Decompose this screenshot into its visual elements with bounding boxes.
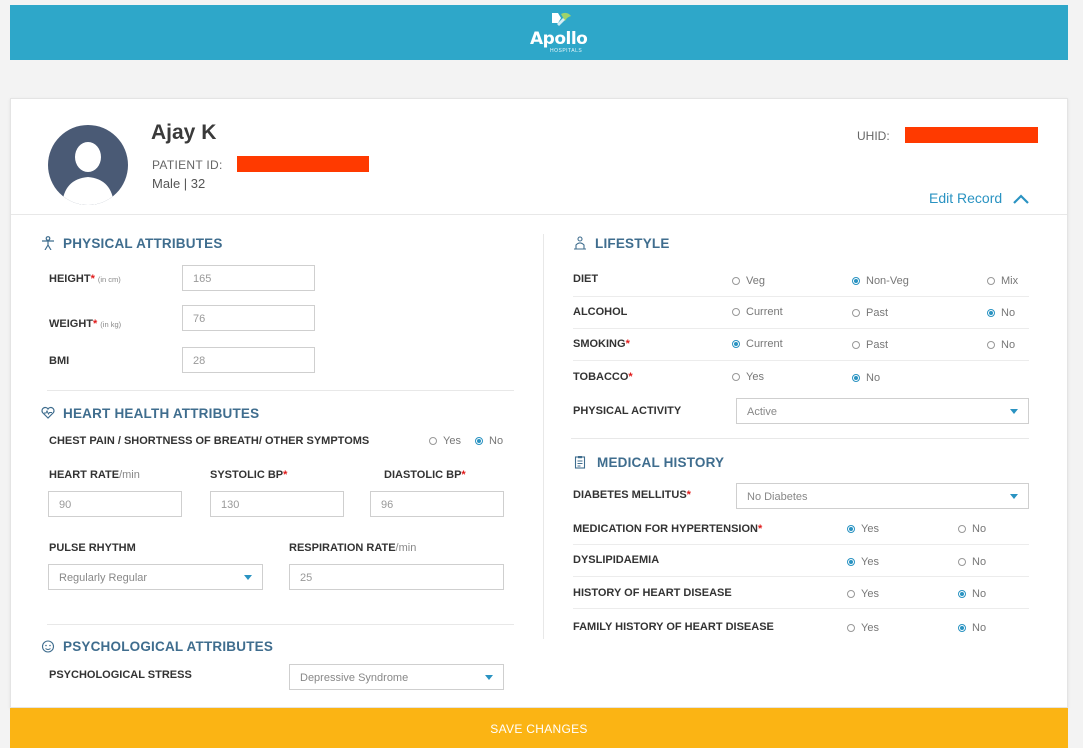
dropdown-caret-icon bbox=[485, 675, 493, 680]
user-silhouette-icon bbox=[62, 142, 114, 205]
row-divider bbox=[573, 576, 1029, 577]
header-divider bbox=[11, 214, 1067, 215]
uhid-label: UHID: bbox=[857, 129, 890, 143]
heart-disease-no[interactable]: No bbox=[958, 588, 986, 600]
smoking-current[interactable]: Current bbox=[732, 338, 783, 350]
heart-disease-yes[interactable]: Yes bbox=[847, 588, 879, 600]
height-label: HEIGHT* (in cm) bbox=[49, 273, 121, 285]
height-input[interactable]: 165 bbox=[182, 265, 315, 291]
save-changes-button[interactable]: SAVE CHANGES bbox=[10, 708, 1068, 748]
dyslipidaemia-no[interactable]: No bbox=[958, 556, 986, 568]
chest-pain-label: CHEST PAIN / SHORTNESS OF BREATH/ OTHER … bbox=[49, 435, 370, 447]
alcohol-label: ALCOHOL bbox=[573, 306, 628, 318]
patient-record-card: Ajay K PATIENT ID: Male | 32 UHID: Edit … bbox=[10, 98, 1068, 708]
weight-label: WEIGHT* (in kg) bbox=[49, 318, 122, 330]
tobacco-label: TOBACCO* bbox=[573, 371, 633, 383]
bmi-label: BMI bbox=[49, 355, 70, 367]
smoking-past[interactable]: Past bbox=[852, 339, 888, 351]
brand-name: Apollo bbox=[530, 29, 588, 49]
lifestyle-icon bbox=[574, 236, 586, 250]
dropdown-caret-icon bbox=[1010, 494, 1018, 499]
clipboard-icon bbox=[574, 456, 586, 469]
diastolic-label: DIASTOLIC BP* bbox=[384, 469, 466, 481]
diet-label: DIET bbox=[573, 273, 599, 285]
diet-veg[interactable]: Veg bbox=[732, 275, 765, 287]
diet-nonveg[interactable]: Non-Veg bbox=[852, 275, 909, 287]
section-divider bbox=[571, 438, 1029, 439]
diabetes-label: DIABETES MELLITUS* bbox=[573, 489, 691, 501]
family-heart-label: FAMILY HISTORY OF HEART DISEASE bbox=[573, 621, 774, 633]
systolic-input[interactable]: 130 bbox=[210, 491, 344, 517]
heart-disease-label: HISTORY OF HEART DISEASE bbox=[573, 587, 732, 599]
row-divider bbox=[573, 608, 1029, 609]
patient-name: Ajay K bbox=[151, 121, 217, 144]
lifestyle-title: LIFESTYLE bbox=[595, 236, 670, 251]
respiration-label: RESPIRATION RATE/min bbox=[289, 542, 417, 554]
diabetes-select[interactable]: No Diabetes bbox=[736, 483, 1029, 509]
section-divider bbox=[47, 624, 514, 625]
physical-activity-select[interactable]: Active bbox=[736, 398, 1029, 424]
dyslipidaemia-label: DYSLIPIDAEMIA bbox=[573, 554, 660, 566]
gender-age: Male | 32 bbox=[152, 176, 206, 191]
row-divider bbox=[573, 360, 1029, 361]
systolic-label: SYSTOLIC BP* bbox=[210, 469, 288, 481]
diastolic-input[interactable]: 96 bbox=[370, 491, 504, 517]
heart-rate-input[interactable]: 90 bbox=[48, 491, 182, 517]
respiration-input[interactable]: 25 bbox=[289, 564, 504, 590]
dropdown-caret-icon bbox=[1010, 409, 1018, 414]
top-bar: Apollo HOSPITALS bbox=[10, 5, 1068, 60]
row-divider bbox=[573, 544, 1029, 545]
chest-pain-no[interactable]: No bbox=[475, 435, 503, 447]
hypertension-no[interactable]: No bbox=[958, 523, 986, 535]
tobacco-yes[interactable]: Yes bbox=[732, 371, 764, 383]
alcohol-current[interactable]: Current bbox=[732, 306, 783, 318]
avatar bbox=[48, 125, 128, 205]
heart-pulse-icon bbox=[41, 406, 55, 419]
edit-record-link[interactable]: Edit Record bbox=[929, 190, 1002, 206]
psych-stress-select[interactable]: Depressive Syndrome bbox=[289, 664, 504, 690]
tobacco-no[interactable]: No bbox=[852, 372, 880, 384]
heart-health-title: HEART HEALTH ATTRIBUTES bbox=[63, 406, 260, 421]
alcohol-no[interactable]: No bbox=[987, 307, 1015, 319]
uhid-redaction bbox=[905, 127, 1038, 143]
section-divider bbox=[47, 390, 514, 391]
psychological-title: PSYCHOLOGICAL ATTRIBUTES bbox=[63, 639, 274, 654]
physical-activity-label: PHYSICAL ACTIVITY bbox=[573, 405, 682, 417]
family-heart-no[interactable]: No bbox=[958, 622, 986, 634]
psych-stress-label: PSYCHOLOGICAL STRESS bbox=[49, 669, 192, 681]
hypertension-label: MEDICATION FOR HYPERTENSION* bbox=[573, 523, 763, 535]
brand-subtitle: HOSPITALS bbox=[550, 48, 583, 54]
row-divider bbox=[573, 328, 1029, 329]
patient-id-redaction bbox=[237, 156, 369, 172]
smoking-no[interactable]: No bbox=[987, 339, 1015, 351]
family-heart-yes[interactable]: Yes bbox=[847, 622, 879, 634]
alcohol-past[interactable]: Past bbox=[852, 307, 888, 319]
face-icon bbox=[41, 640, 55, 653]
dropdown-caret-icon bbox=[244, 575, 252, 580]
column-divider bbox=[543, 234, 544, 639]
hypertension-yes[interactable]: Yes bbox=[847, 523, 879, 535]
bmi-input[interactable]: 28 bbox=[182, 347, 315, 373]
row-divider bbox=[573, 296, 1029, 297]
smoking-label: SMOKING* bbox=[573, 338, 630, 350]
physical-attributes-title: PHYSICAL ATTRIBUTES bbox=[63, 236, 223, 251]
medical-history-title: MEDICAL HISTORY bbox=[597, 455, 725, 470]
pulse-rhythm-label: PULSE RHYTHM bbox=[49, 542, 136, 554]
patient-id-label: PATIENT ID: bbox=[152, 158, 223, 172]
heart-rate-label: HEART RATE/min bbox=[49, 469, 140, 481]
body-figure-icon bbox=[42, 236, 54, 250]
pulse-rhythm-select[interactable]: Regularly Regular bbox=[48, 564, 263, 590]
weight-input[interactable]: 76 bbox=[182, 305, 315, 331]
chest-pain-yes[interactable]: Yes bbox=[429, 435, 461, 447]
apollo-logo[interactable]: Apollo HOSPITALS bbox=[526, 11, 596, 54]
dyslipidaemia-yes[interactable]: Yes bbox=[847, 556, 879, 568]
diet-mix[interactable]: Mix bbox=[987, 275, 1018, 287]
chevron-up-icon[interactable] bbox=[1013, 194, 1029, 204]
apollo-logo-icon bbox=[552, 12, 571, 26]
